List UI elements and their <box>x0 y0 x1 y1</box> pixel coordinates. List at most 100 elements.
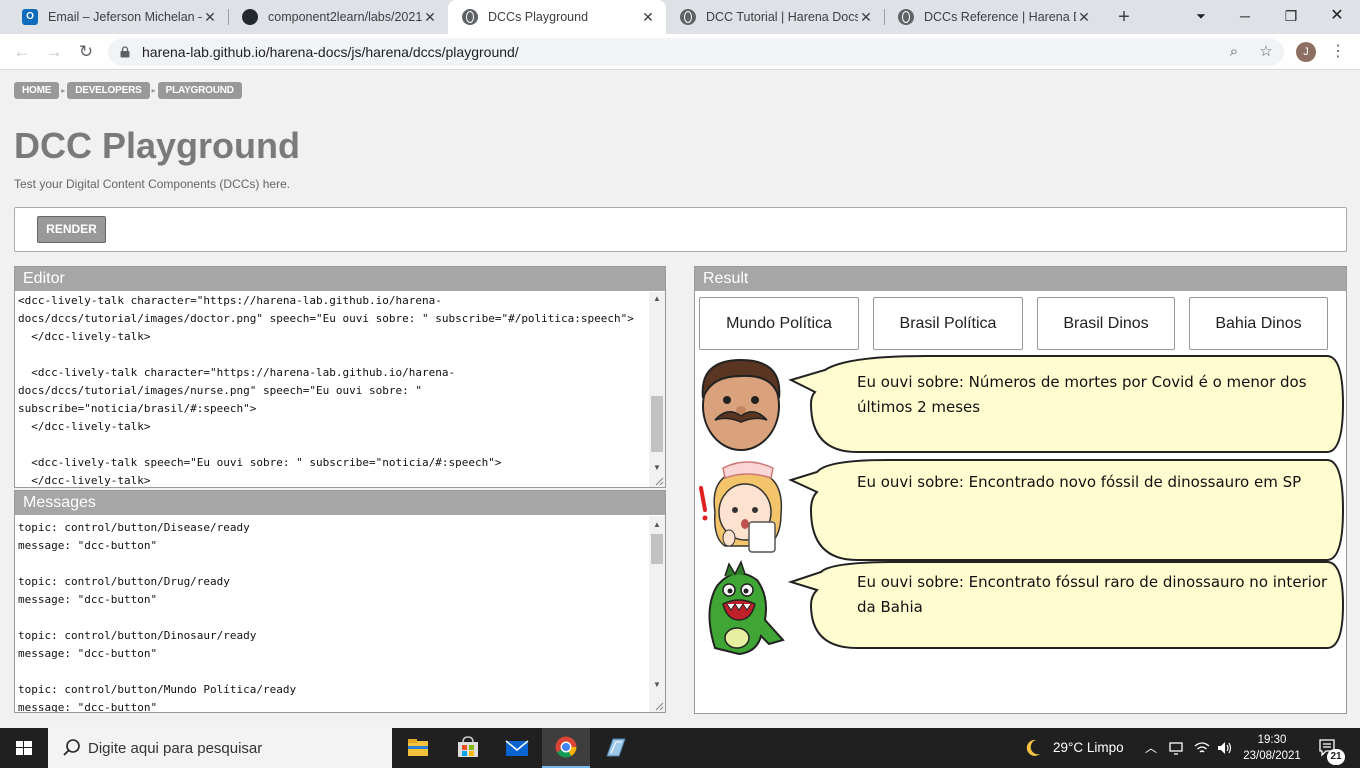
message-line <box>18 555 649 573</box>
breadcrumb-developers[interactable]: DEVELOPERS <box>67 82 150 99</box>
mundo-politica-button[interactable]: Mundo Política <box>699 297 859 350</box>
moon-weather-icon[interactable] <box>1024 738 1042 758</box>
editor-scrollbar[interactable]: ▲ ▼ <box>649 292 665 487</box>
reload-icon[interactable]: ↻ <box>73 39 99 65</box>
resize-grip-icon[interactable] <box>654 476 664 486</box>
new-tab-button[interactable]: + <box>1112 4 1136 30</box>
github-icon <box>242 9 258 25</box>
taskbar-search[interactable]: Digite aqui para pesquisar <box>48 728 392 768</box>
speech-text: Eu ouvi sobre: Encontrato fóssul raro de… <box>857 573 1328 616</box>
message-line: topic: control/button/Mundo Política/rea… <box>18 683 297 696</box>
tab-dccs-reference[interactable]: DCCs Reference | Harena Docs ✕ <box>884 0 1102 34</box>
messages-scrollbar[interactable]: ▲ ▼ <box>649 516 665 712</box>
forward-icon[interactable]: → <box>41 39 67 65</box>
editor-textarea[interactable]: <dcc-lively-talk character="https://hare… <box>15 292 649 487</box>
speech-text: Eu ouvi sobre: Encontrado novo fóssil de… <box>857 473 1302 491</box>
file-explorer-icon[interactable] <box>394 728 442 768</box>
restore-icon[interactable]: ❐ <box>1268 0 1314 34</box>
url-text: harena-lab.github.io/harena-docs/js/hare… <box>142 44 519 60</box>
network-icon[interactable] <box>1168 740 1186 756</box>
editor-line: <dcc-lively-talk speech="Eu ouvi sobre: … <box>18 456 502 469</box>
editor-line: <dcc-lively-talk character="https://hare… <box>18 366 456 379</box>
chrome-icon[interactable] <box>542 728 590 768</box>
outlook-icon: O <box>22 9 38 25</box>
breadcrumb: HOME ▸ DEVELOPERS ▸ PLAYGROUND <box>14 82 242 99</box>
store-icon[interactable] <box>444 728 492 768</box>
message-line: topic: control/button/Disease/ready <box>18 521 250 534</box>
window-close-icon[interactable]: ✕ <box>1314 0 1360 34</box>
tab-title: Email – Jeferson Michelan – Outlook <box>48 10 202 24</box>
windows-taskbar: Digite aqui para pesquisar 29°C Limpo ︿ <box>0 728 1360 768</box>
message-line: topic: control/button/Drug/ready <box>18 575 230 588</box>
close-icon[interactable]: ✕ <box>422 9 438 26</box>
zoom-icon[interactable]: ⌕ <box>1224 42 1244 62</box>
messages-panel: Messages topic: control/button/Disease/r… <box>14 490 666 713</box>
bookmark-star-icon[interactable]: ☆ <box>1256 42 1276 62</box>
close-icon[interactable]: ✕ <box>1076 9 1092 26</box>
message-line <box>18 663 649 681</box>
search-icon <box>63 739 80 756</box>
tab-title: component2learn/labs/2021/ <box>268 10 422 24</box>
search-placeholder: Digite aqui para pesquisar <box>88 740 263 757</box>
breadcrumb-separator: ▸ <box>61 86 66 95</box>
editor-title: Editor <box>15 267 665 291</box>
render-button[interactable]: RENDER <box>37 216 106 243</box>
scroll-up-icon[interactable]: ▲ <box>649 292 665 306</box>
minimize-icon[interactable]: ─ <box>1222 0 1268 34</box>
taskbar-clock[interactable]: 19:30 23/08/2021 <box>1242 732 1302 764</box>
globe-icon <box>462 9 478 25</box>
message-line: message: "dcc-button" <box>18 647 158 660</box>
windows-start-icon[interactable] <box>0 728 48 768</box>
scroll-thumb[interactable] <box>651 534 663 564</box>
volume-icon[interactable] <box>1216 740 1234 756</box>
close-icon[interactable]: ✕ <box>202 9 218 26</box>
tab-github[interactable]: component2learn/labs/2021/ ✕ <box>228 0 448 34</box>
breadcrumb-separator: ▸ <box>151 86 156 95</box>
scroll-up-icon[interactable]: ▲ <box>649 518 665 532</box>
scroll-down-icon[interactable]: ▼ <box>649 678 665 692</box>
tab-dcc-tutorial[interactable]: DCC Tutorial | Harena Docs ✕ <box>666 0 884 34</box>
brasil-dinos-button[interactable]: Brasil Dinos <box>1037 297 1175 350</box>
mail-icon[interactable] <box>493 728 541 768</box>
address-bar[interactable]: harena-lab.github.io/harena-docs/js/hare… <box>108 38 1284 66</box>
wifi-icon[interactable] <box>1193 740 1211 756</box>
page-content: HOME ▸ DEVELOPERS ▸ PLAYGROUND DCC Playg… <box>0 71 1360 728</box>
editor-line: docs/dccs/tutorial/images/doctor.png" sp… <box>18 312 634 325</box>
chevron-up-icon[interactable]: ︿ <box>1145 739 1157 756</box>
editor-line: </dcc-lively-talk> <box>18 330 151 343</box>
back-icon[interactable]: ← <box>9 39 35 65</box>
tab-email[interactable]: O Email – Jeferson Michelan – Outlook ✕ <box>8 0 228 34</box>
weather-text[interactable]: 29°C Limpo <box>1053 740 1124 755</box>
lively-talk-doctor: Eu ouvi sobre: Números de mortes por Cov… <box>695 354 1345 454</box>
scroll-thumb[interactable] <box>651 396 663 452</box>
message-line: topic: control/button/Dinosaur/ready <box>18 629 257 642</box>
dinosaur-character <box>708 560 785 656</box>
profile-avatar[interactable]: J <box>1296 42 1316 62</box>
tab-dccs-playground[interactable]: DCCs Playground ✕ <box>448 0 666 34</box>
tab-title: DCCs Reference | Harena Docs <box>924 10 1076 24</box>
message-line: message: "dcc-button" <box>18 593 158 606</box>
result-panel: Result Mundo Política Brasil Política Br… <box>694 266 1347 714</box>
nurse-character <box>699 461 783 553</box>
messages-textarea[interactable]: topic: control/button/Disease/ready messa… <box>15 519 649 712</box>
close-icon[interactable]: ✕ <box>640 9 656 26</box>
breadcrumb-playground[interactable]: PLAYGROUND <box>157 82 242 99</box>
browser-menu-icon[interactable]: ⋮ <box>1330 40 1346 64</box>
notepad-icon[interactable] <box>591 728 639 768</box>
scroll-down-icon[interactable]: ▼ <box>649 461 665 475</box>
browser-tabstrip: O Email – Jeferson Michelan – Outlook ✕ … <box>0 0 1360 34</box>
editor-line: </dcc-lively-talk> <box>18 420 151 433</box>
resize-grip-icon[interactable] <box>654 701 664 711</box>
notification-badge: 21 <box>1327 749 1345 765</box>
bahia-dinos-button[interactable]: Bahia Dinos <box>1189 297 1328 350</box>
tab-title: DCCs Playground <box>488 10 589 24</box>
doctor-character <box>701 358 781 451</box>
tab-search-icon[interactable]: ⏷ <box>1178 0 1224 34</box>
close-icon[interactable]: ✕ <box>858 9 874 26</box>
breadcrumb-home[interactable]: HOME <box>14 82 60 99</box>
brasil-politica-button[interactable]: Brasil Política <box>873 297 1023 350</box>
page-title: DCC Playground <box>14 125 301 166</box>
lively-talk-dinosaur: Eu ouvi sobre: Encontrato fóssul raro de… <box>695 560 1345 656</box>
editor-panel: Editor <dcc-lively-talk character="https… <box>14 266 666 488</box>
